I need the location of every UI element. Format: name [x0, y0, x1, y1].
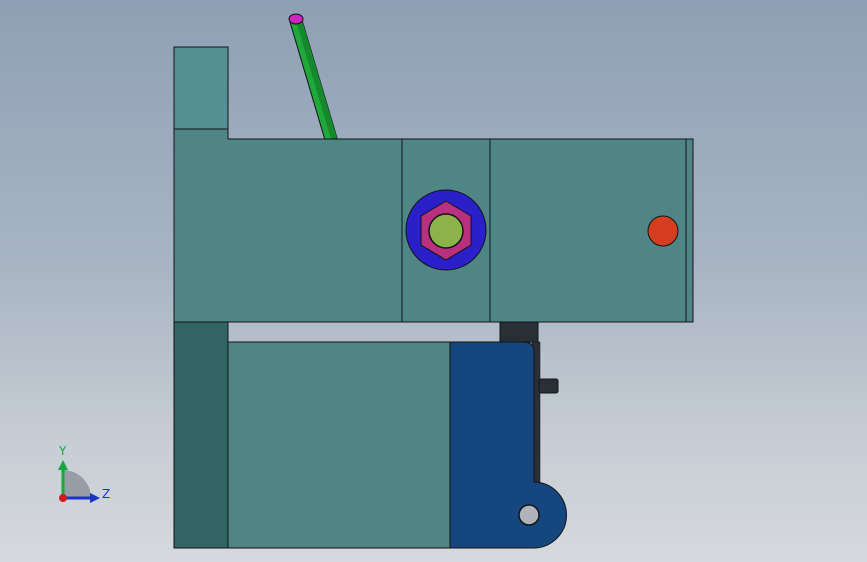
z-axis-arrow-icon — [90, 493, 100, 503]
lower-side-plate[interactable] — [173, 321, 229, 549]
triad-quadrant — [63, 470, 91, 498]
cad-model-view[interactable]: Y Z — [0, 0, 867, 562]
lever-shaft-shade — [296, 20, 337, 139]
lower-body-block[interactable] — [227, 341, 451, 549]
bracket-tab[interactable] — [538, 378, 559, 394]
locating-pin[interactable] — [647, 215, 679, 247]
z-axis-label: Z — [102, 487, 110, 501]
lever-knob[interactable] — [288, 13, 304, 25]
cad-viewport[interactable]: Y Z — [0, 0, 867, 562]
y-axis-label: Y — [58, 444, 67, 458]
upper-left-block[interactable] — [173, 46, 229, 130]
bolt-head[interactable] — [428, 213, 464, 249]
clamp-arm[interactable] — [449, 341, 567, 549]
bracket-top[interactable] — [499, 321, 539, 343]
origin-dot — [59, 494, 67, 502]
clamp-arm-body[interactable] — [449, 341, 567, 549]
pivot-hole[interactable] — [518, 504, 540, 526]
nut-assembly[interactable] — [405, 189, 487, 271]
axis-triad: Y Z — [58, 444, 110, 503]
y-axis-arrow-icon — [58, 460, 68, 470]
lever-rod[interactable] — [288, 13, 338, 141]
